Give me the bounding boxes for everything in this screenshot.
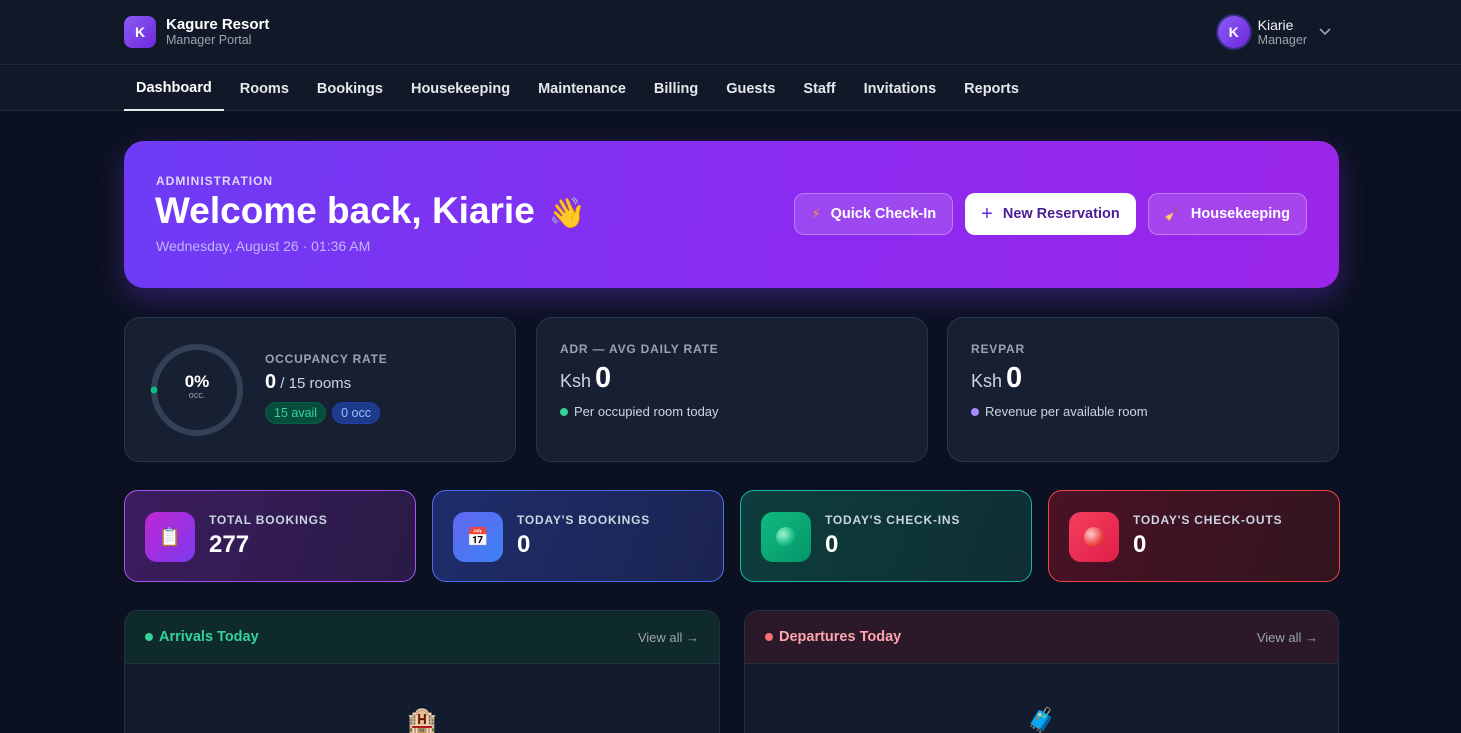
- arrivals-view-all-link[interactable]: View all →: [638, 630, 699, 645]
- stat-value: 0: [1133, 531, 1147, 558]
- banner-eyebrow: ADMINISTRATION: [156, 174, 274, 188]
- stat-label: TODAY'S CHECK-OUTS: [1133, 513, 1283, 527]
- brand[interactable]: K Kagure Resort Manager Portal: [124, 16, 269, 48]
- brand-subtitle: Manager Portal: [166, 33, 252, 48]
- user-name: Kiarie: [1257, 16, 1294, 33]
- current-date: Wednesday, August 26 · 01:36 AM: [156, 238, 371, 254]
- brand-logo: K: [124, 16, 156, 48]
- revpar-label: REVPAR: [971, 342, 1025, 356]
- new-reservation-button[interactable]: + New Reservation: [965, 193, 1136, 235]
- broom-icon: 🧹: [1164, 206, 1181, 221]
- todays-checkouts-card[interactable]: TODAY'S CHECK-OUTS 0: [1048, 490, 1340, 582]
- occupancy-label: OCCUPANCY RATE: [265, 352, 388, 366]
- revpar-value: 0: [1006, 362, 1023, 394]
- tab-reports[interactable]: Reports: [952, 66, 1031, 111]
- revpar-currency: Ksh: [971, 371, 1003, 391]
- tab-maintenance[interactable]: Maintenance: [526, 66, 638, 111]
- tab-bookings[interactable]: Bookings: [305, 66, 395, 111]
- green-dot-icon: [560, 407, 568, 416]
- clipboard-icon: 📋: [145, 512, 195, 562]
- user-role: Manager: [1257, 32, 1307, 47]
- calendar-icon: 📅: [453, 512, 503, 562]
- occupancy-percent: 0%: [184, 372, 210, 391]
- top-bar: K Kagure Resort Manager Portal K Kiarie …: [0, 0, 1461, 65]
- occupancy-card: 0% occ. OCCUPANCY RATE 0 / 15 rooms 15 a…: [124, 317, 516, 462]
- user-menu[interactable]: K Kiarie Manager: [1217, 16, 1331, 48]
- green-dot-icon: [145, 633, 153, 641]
- chevron-down-icon[interactable]: [1319, 25, 1331, 39]
- departures-title: Departures Today: [779, 629, 902, 645]
- total-rooms: / 15 rooms: [280, 375, 352, 392]
- quick-checkin-label: Quick Check-In: [830, 206, 937, 222]
- tab-dashboard[interactable]: Dashboard: [124, 66, 224, 111]
- tab-rooms[interactable]: Rooms: [228, 66, 301, 111]
- departures-view-all-link[interactable]: View all →: [1257, 630, 1318, 645]
- departures-panel: Departures Today View all → 🧳: [744, 610, 1339, 733]
- adr-label: ADR — AVG DAILY RATE: [560, 342, 719, 356]
- todays-checkins-card[interactable]: TODAY'S CHECK-INS 0: [740, 490, 1032, 582]
- purple-dot-icon: [971, 407, 979, 416]
- plus-icon: +: [981, 202, 993, 225]
- green-circle-icon: [761, 512, 811, 562]
- quick-checkin-button[interactable]: ⚡ Quick Check-In: [794, 193, 954, 235]
- avatar: K: [1217, 16, 1250, 48]
- stat-label: TODAY'S CHECK-INS: [825, 513, 961, 527]
- brand-name: Kagure Resort: [166, 16, 270, 34]
- adr-card: ADR — AVG DAILY RATE Ksh 0 Per occupied r…: [536, 317, 928, 462]
- tab-staff[interactable]: Staff: [791, 66, 847, 111]
- housekeeping-label: Housekeeping: [1190, 206, 1290, 222]
- available-badge: 15 avail: [265, 402, 327, 424]
- stat-label: TOTAL BOOKINGS: [209, 513, 328, 527]
- total-bookings-card[interactable]: 📋 TOTAL BOOKINGS 277: [124, 490, 416, 582]
- adr-note: Per occupied room today: [574, 404, 719, 419]
- housekeeping-button[interactable]: 🧹 Housekeeping: [1147, 193, 1307, 235]
- red-dot-icon: [765, 633, 773, 641]
- luggage-icon: 🧳: [1026, 707, 1057, 733]
- new-reservation-label: New Reservation: [1002, 206, 1120, 222]
- occupied-count: 0: [265, 371, 277, 393]
- revpar-note: Revenue per available room: [985, 404, 1148, 419]
- adr-value: 0: [595, 362, 612, 394]
- welcome-banner: ADMINISTRATION Welcome back, Kiarie 👋 Wed…: [124, 141, 1339, 288]
- page-title: Welcome back, Kiarie 👋: [155, 190, 586, 232]
- tab-invitations[interactable]: Invitations: [852, 66, 949, 111]
- stat-value: 0: [517, 531, 531, 558]
- tab-billing[interactable]: Billing: [642, 66, 710, 111]
- main-nav: Dashboard Rooms Bookings Housekeeping Ma…: [0, 66, 1461, 111]
- tab-guests[interactable]: Guests: [714, 66, 787, 111]
- revpar-card: REVPAR Ksh 0 Revenue per available room: [947, 317, 1339, 462]
- stat-value: 0: [825, 531, 839, 558]
- stat-label: TODAY'S BOOKINGS: [517, 513, 651, 527]
- bolt-icon: ⚡: [811, 206, 821, 221]
- welcome-text: Welcome back, Kiarie: [155, 190, 535, 231]
- wave-icon: 👋: [548, 197, 587, 230]
- adr-currency: Ksh: [560, 371, 592, 391]
- stat-value: 277: [209, 531, 250, 558]
- arrivals-panel: Arrivals Today View all → 🏨: [124, 610, 720, 733]
- todays-bookings-card[interactable]: 📅 TODAY'S BOOKINGS 0: [432, 490, 724, 582]
- occupied-badge: 0 occ: [332, 402, 380, 424]
- occupancy-percent-sub: occ.: [188, 390, 206, 400]
- hotel-icon: 🏨: [407, 707, 437, 733]
- red-circle-icon: [1069, 512, 1119, 562]
- arrivals-title: Arrivals Today: [159, 629, 259, 645]
- tab-housekeeping[interactable]: Housekeeping: [399, 66, 522, 111]
